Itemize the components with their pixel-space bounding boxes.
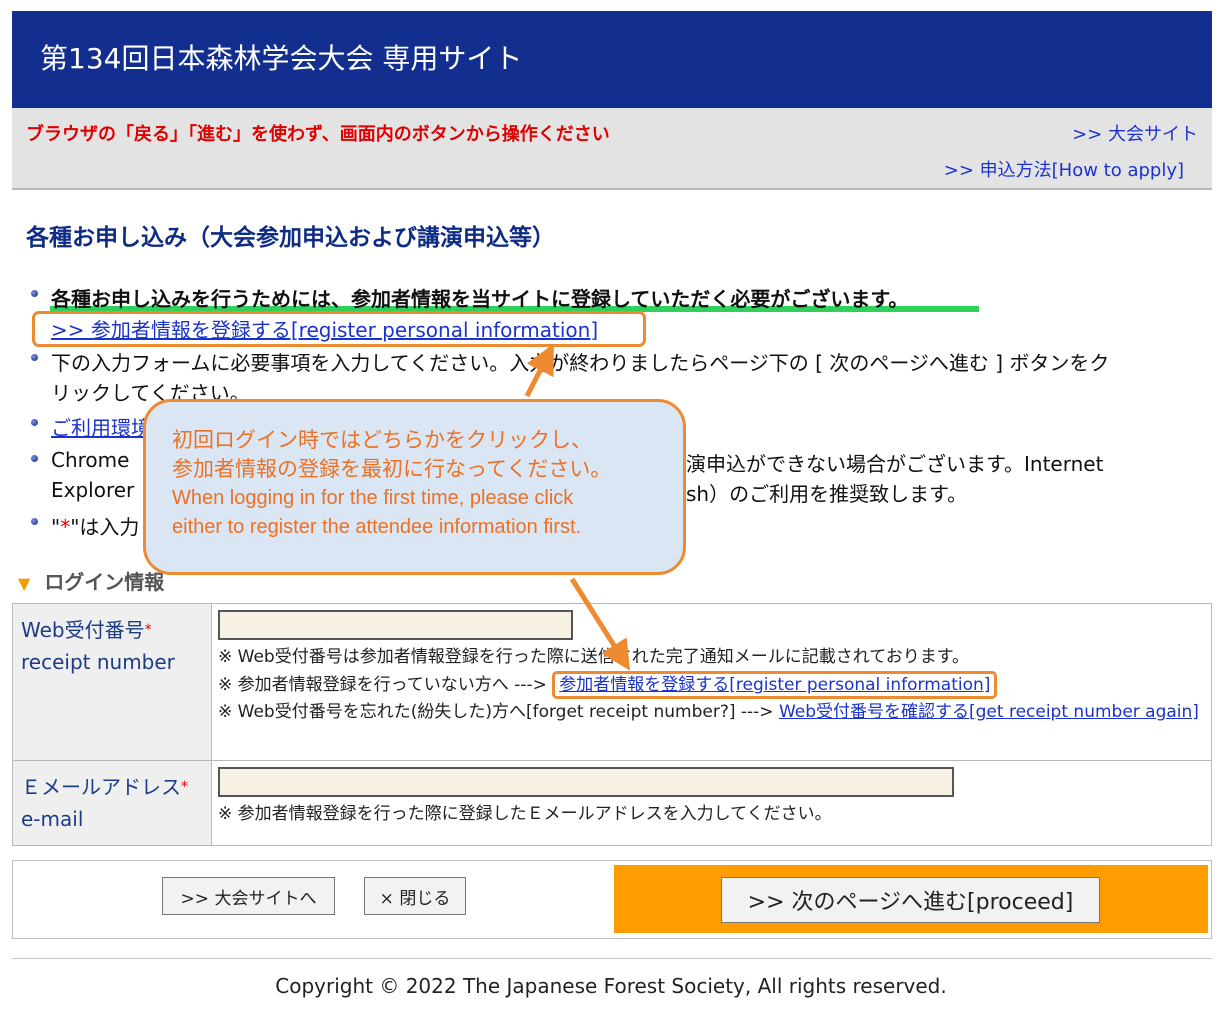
arrow-down-icon [569,577,631,671]
proceed-panel: >> 次のページへ進む[proceed] [614,865,1208,933]
proceed-button[interactable]: >> 次のページへ進む[proceed] [721,877,1100,923]
action-bar: >> 大会サイトへ × 閉じる >> 次のページへ進む[proceed] [12,860,1212,939]
callout-arrows [524,343,631,671]
footer-divider [12,958,1212,959]
close-button[interactable]: × 閉じる [364,877,466,915]
arrow-up-icon [524,343,554,398]
copyright: Copyright © 2022 The Japanese Forest Soc… [275,974,947,998]
to-conference-site-button[interactable]: >> 大会サイトへ [162,877,335,915]
